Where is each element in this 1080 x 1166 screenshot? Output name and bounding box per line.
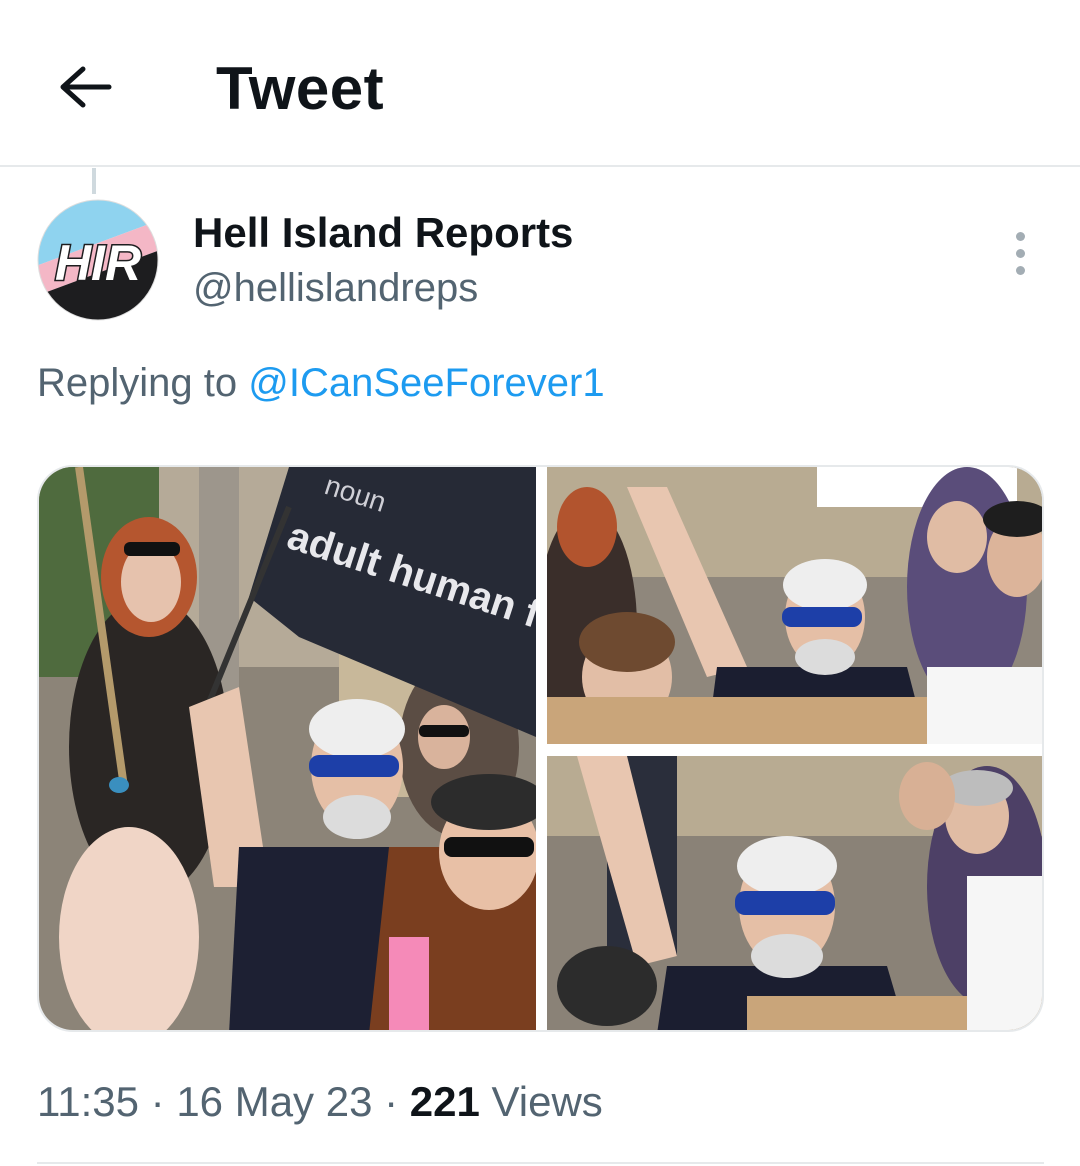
more-dot-icon (1015, 248, 1025, 258)
views-label: Views (491, 1078, 603, 1125)
media-photo[interactable]: adult human f noun (39, 467, 536, 1030)
tweet-date[interactable]: 16 May 23 (176, 1078, 372, 1125)
tweet-meta: 11:35 · 16 May 23 · 221 Views (37, 1076, 603, 1128)
page-title: Tweet (216, 55, 385, 122)
more-options-button[interactable] (1000, 228, 1040, 278)
meta-separator: · (150, 1078, 177, 1125)
replying-to: Replying to @ICanSeeForever1 (37, 358, 605, 408)
more-dot-icon (1015, 265, 1025, 275)
replying-to-link[interactable]: @ICanSeeForever1 (248, 361, 604, 405)
thread-connector (92, 168, 96, 194)
media-grid: adult human f noun (37, 465, 1044, 1032)
meta-separator: · (384, 1078, 410, 1125)
arrow-left-icon (60, 66, 112, 108)
divider (37, 1162, 1044, 1164)
media-photo[interactable] (547, 467, 1042, 744)
avatar-text: HIR (55, 235, 141, 291)
replying-prefix: Replying to (37, 361, 238, 405)
app-header: Tweet (0, 0, 1080, 167)
author-handle[interactable]: @hellislandreps (193, 264, 478, 312)
avatar[interactable]: HIR (36, 196, 160, 324)
back-button[interactable] (50, 52, 120, 122)
tweet-time[interactable]: 11:35 (37, 1078, 139, 1125)
author-name[interactable]: Hell Island Reports (193, 208, 573, 258)
media-photo[interactable] (547, 756, 1042, 1030)
more-dot-icon (1015, 231, 1025, 241)
views-count: 221 (409, 1078, 480, 1125)
